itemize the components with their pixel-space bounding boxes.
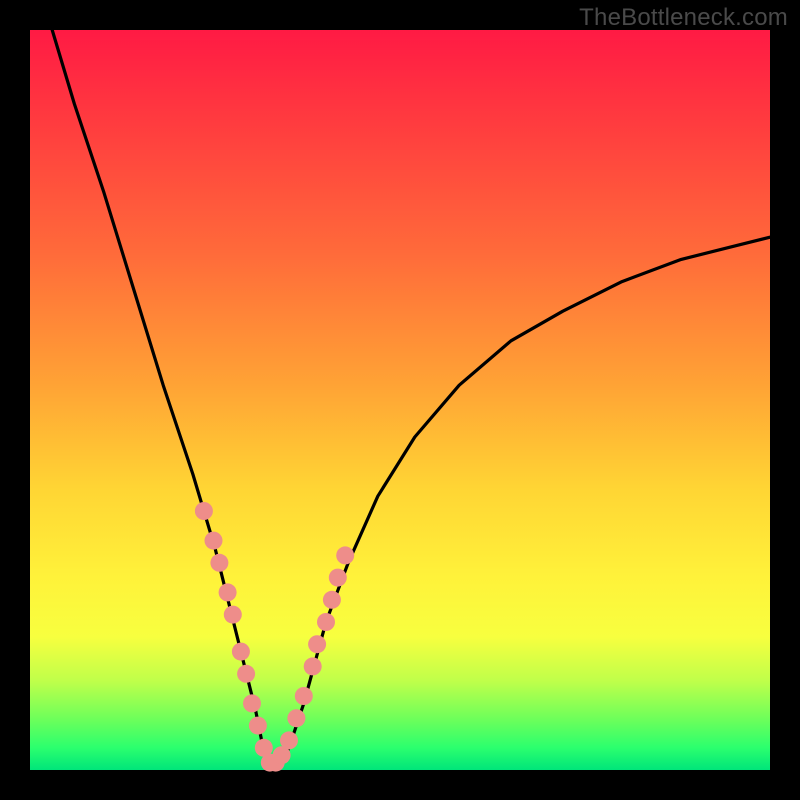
highlighted-points — [195, 502, 354, 772]
highlight-dot — [295, 687, 313, 705]
highlight-dot — [237, 665, 255, 683]
plot-area — [30, 30, 770, 770]
highlight-dot — [205, 532, 223, 550]
highlight-dot — [243, 694, 261, 712]
highlight-dot — [329, 569, 347, 587]
highlight-dot — [219, 583, 237, 601]
highlight-dot — [287, 709, 305, 727]
bottleneck-curve-path — [52, 30, 770, 770]
highlight-dot — [232, 643, 250, 661]
highlight-dot — [317, 613, 335, 631]
v-curve-layer — [30, 30, 770, 770]
highlight-dot — [224, 606, 242, 624]
highlight-dot — [280, 731, 298, 749]
bottleneck-curve — [52, 30, 770, 770]
highlight-dot — [336, 546, 354, 564]
highlight-dot — [304, 657, 322, 675]
highlight-dot — [323, 591, 341, 609]
highlight-dot — [210, 554, 228, 572]
highlight-dot — [195, 502, 213, 520]
chart-frame: TheBottleneck.com — [0, 0, 800, 800]
highlight-dot — [249, 717, 267, 735]
watermark-text: TheBottleneck.com — [579, 4, 788, 32]
highlight-dot — [308, 635, 326, 653]
